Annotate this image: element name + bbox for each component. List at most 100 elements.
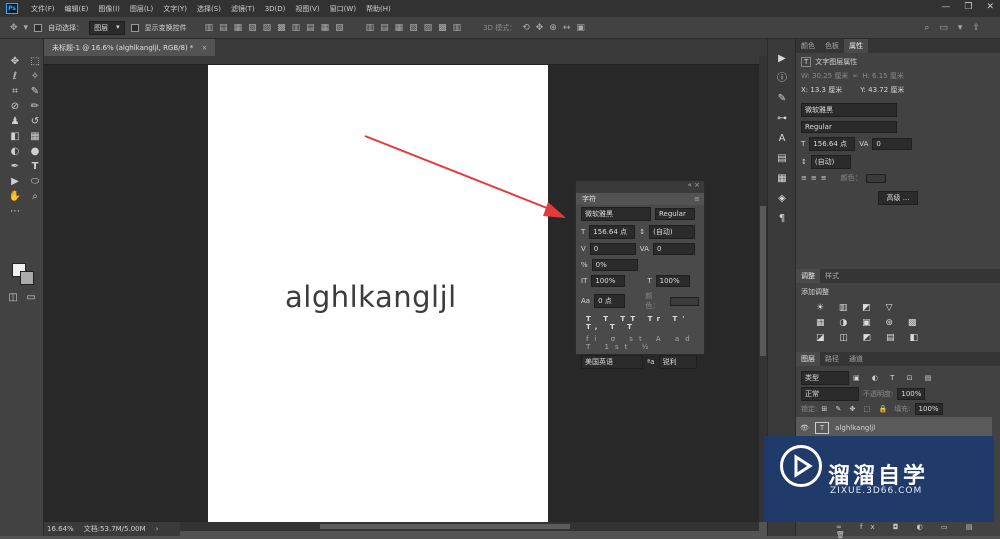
blur-tool-icon[interactable]: ◐ [8,145,22,159]
blend-mode-select[interactable]: 正常 [801,387,859,401]
sliders-icon[interactable]: ⊶ [768,109,796,129]
font-family-select[interactable]: 微软雅黑 [581,207,651,221]
paragraph-style-icon[interactable]: ▤ [768,149,796,169]
x-field[interactable]: X: 13.3 厘米 [801,85,842,95]
align-icons[interactable]: ▥▤▦▧▨▩▥▤▦▧ [205,23,350,33]
props-style-select[interactable]: Regular [801,121,897,133]
layer-name[interactable]: alghlkangljl [835,424,875,432]
tab-swatches[interactable]: 色板 [820,39,844,53]
align-center-icon[interactable]: ≡ [811,174,817,182]
height-field[interactable]: H: 6.15 厘米 [862,71,904,81]
proportional-spacing-field[interactable]: 0% [591,259,638,271]
horizontal-scrollbar[interactable] [180,522,759,531]
history-brush-icon[interactable]: ↺ [28,115,42,129]
scroll-thumb[interactable] [320,524,570,529]
menu-select[interactable]: 选择(S) [192,4,226,14]
fill-field[interactable]: 100% [914,403,943,415]
brush-tool-icon[interactable]: ✏ [28,100,42,114]
artboard-tool-icon[interactable]: ⬚ [28,55,42,69]
collapse-icon[interactable]: « × [688,181,704,189]
menu-window[interactable]: 窗口(W) [325,4,361,14]
healing-brush-icon[interactable]: ⊘ [8,100,22,114]
gradient-tool-icon[interactable]: ▦ [28,130,42,144]
tab-adjustments[interactable]: 调整 [796,269,820,283]
align-right-icon[interactable]: ≡ [821,174,827,182]
brush-icon[interactable]: ✎ [768,89,796,109]
paragraph-icon[interactable]: ¶ [768,209,796,229]
horizontal-scale-field[interactable]: 100% [655,275,690,287]
search-workspace-icons[interactable]: ⌕▭▾⇪ [924,23,990,33]
eraser-tool-icon[interactable]: ◧ [8,130,22,144]
chevron-down-icon[interactable]: ▾ [24,23,29,33]
zoom-level[interactable]: 16.64% [47,525,74,533]
lock-icons[interactable]: ⊞ ✎ ✥ ⬚ 🔒 [821,405,890,413]
tab-paths[interactable]: 路径 [820,352,844,366]
doc-size[interactable]: 文档:53.7M/5.00M [84,524,146,534]
mode-3d-icons[interactable]: ⟲✥⊕↔▣ [522,23,591,33]
adjustment-icons[interactable]: ☀ ▥ ◩ ▽ ▦ ◑ ▣ ⊛ ▩ ◪ ◫ ◩ ▤ ◧ [816,301,924,346]
quick-mask-icon[interactable]: ◫ [6,291,20,305]
move-tool-icon[interactable]: ✥ [8,55,22,69]
character-tab[interactable]: 字符 ≡ [576,193,704,205]
props-font-select[interactable]: 微软雅黑 [801,103,897,117]
layer-filter-select[interactable]: 类型 [801,371,849,385]
clone-source-icon[interactable]: ▦ [768,169,796,189]
text-color-swatch[interactable] [669,296,699,306]
font-style-select[interactable]: Regular [655,208,695,220]
panel-titlebar[interactable]: « × [576,181,704,193]
antialias-select[interactable]: 锐利 [658,355,697,369]
close-icon[interactable]: ✕ [986,2,994,12]
more-tools-icon[interactable]: ⋯ [8,205,22,219]
magic-wand-icon[interactable]: ✧ [28,70,42,84]
menu-type[interactable]: 文字(Y) [158,4,192,14]
font-size-field[interactable]: 156.64 点 [589,225,636,239]
tab-layers[interactable]: 图层 [796,352,820,366]
info-icon[interactable]: ⓘ [768,69,796,89]
baseline-shift-field[interactable]: 0 点 [594,294,626,308]
move-tool-icon[interactable]: ✥ [10,23,18,33]
type-tool-icon[interactable]: T [28,160,42,174]
menu-image[interactable]: 图像(I) [93,4,125,14]
dodge-tool-icon[interactable]: ● [28,145,42,159]
hand-tool-icon[interactable]: ✋ [8,190,22,204]
props-leading-field[interactable]: (自动) [810,155,851,169]
shape-tool-icon[interactable]: ⬭ [28,175,42,189]
lasso-tool-icon[interactable]: ℓ [8,70,22,84]
width-field[interactable]: W: 30.25 厘米 [801,71,848,81]
menu-layer[interactable]: 图层(L) [125,4,158,14]
type-style-buttons[interactable]: T T TT Tr T' T, T T [576,313,704,333]
link-icon[interactable]: ∞ [852,72,858,80]
tracking-field[interactable]: 0 [652,243,695,255]
pen-tool-icon[interactable]: ✒ [8,160,22,174]
language-select[interactable]: 美国英语 [581,355,643,369]
panel-menu-icon[interactable]: ≡ [694,195,700,203]
maximize-icon[interactable]: ❐ [964,2,972,12]
close-icon[interactable]: × [201,44,207,52]
eyedropper-icon[interactable]: ✎ [28,85,42,99]
play-icon[interactable]: ▶ [768,49,796,69]
visibility-eye-icon[interactable]: 👁 [800,424,809,432]
show-transform-checkbox[interactable] [130,23,139,32]
screen-mode-icon[interactable]: ▭ [24,291,38,305]
menu-edit[interactable]: 编辑(E) [60,4,94,14]
zoom-tool-icon[interactable]: ⌕ [28,190,42,204]
document-tab[interactable]: 未标题-1 @ 16.6% (alghlkangljl, RGB/8) * × [44,39,216,56]
tab-color[interactable]: 颜色 [796,39,820,53]
auto-select-target[interactable]: 图层 ▾ [89,20,125,35]
chevron-right-icon[interactable]: › [156,525,159,533]
menu-view[interactable]: 视图(V) [290,4,324,14]
glyph-icon[interactable]: A [768,129,796,149]
align-left-icon[interactable]: ≡ [801,174,807,182]
auto-select-checkbox[interactable] [34,23,43,32]
y-field[interactable]: Y: 43.72 厘米 [860,85,904,95]
path-select-icon[interactable]: ▶ [8,175,22,189]
menu-file[interactable]: 文件(F) [26,4,60,14]
props-color-swatch[interactable] [865,173,886,183]
leading-field[interactable]: (自动) [649,225,696,239]
menu-filter[interactable]: 滤镜(T) [226,4,260,14]
distribute-icons[interactable]: ▥▤▦▧▨▩▥ [366,23,468,33]
minimize-icon[interactable]: — [941,2,950,12]
kerning-field[interactable]: 0 [589,243,636,255]
stamp-tool-icon[interactable]: ♟ [8,115,22,129]
opacity-field[interactable]: 100% [897,388,926,400]
